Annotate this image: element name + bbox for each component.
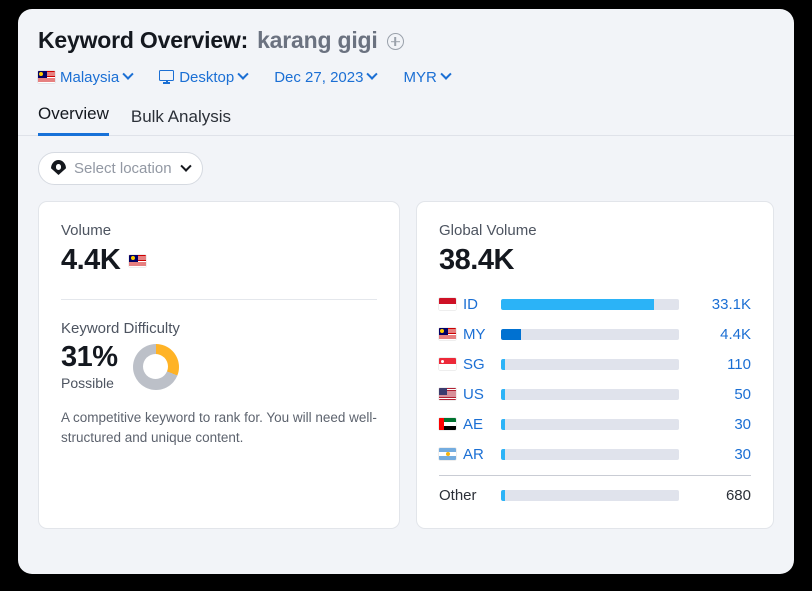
- tab-overview[interactable]: Overview: [38, 104, 109, 136]
- add-keyword-icon[interactable]: [387, 33, 404, 50]
- map-pin-icon: [51, 160, 66, 177]
- location-selector-wrap: Select location: [18, 136, 794, 185]
- page-title: Keyword Overview: karang gigi: [38, 25, 774, 55]
- flag-us-icon: [439, 388, 456, 400]
- volume-bar-fill: [501, 329, 521, 340]
- keyword-difficulty-description: A competitive keyword to rank for. You w…: [61, 408, 377, 448]
- filter-currency[interactable]: MYR: [403, 69, 449, 86]
- country-cell[interactable]: ID: [439, 296, 501, 313]
- tab-bulk-analysis[interactable]: Bulk Analysis: [131, 107, 231, 136]
- filter-date[interactable]: Dec 27, 2023: [274, 69, 376, 86]
- other-row-divider: [439, 475, 751, 476]
- volume-value-label: 30: [693, 416, 751, 433]
- metrics-cards: Volume 4.4K Keyword Difficulty 31% Possi…: [18, 185, 794, 549]
- volume-value: 4.4K: [61, 244, 120, 277]
- filter-device-label: Desktop: [179, 69, 234, 86]
- flag-my-icon: [129, 255, 146, 267]
- chevron-down-icon: [180, 160, 191, 171]
- flag-sg-icon: [439, 358, 456, 370]
- global-volume-row: SG 110: [439, 349, 751, 379]
- volume-bar-track: [501, 419, 679, 430]
- tab-bulk-analysis-label: Bulk Analysis: [131, 107, 231, 126]
- filter-currency-label: MYR: [403, 69, 436, 86]
- keyword-difficulty-label: Keyword Difficulty: [61, 320, 377, 337]
- volume-value-label: 50: [693, 386, 751, 403]
- volume-bar-track: [501, 389, 679, 400]
- global-volume-bar-chart: ID 33.1K MY 4.4K SG 110 US 50 AE 30 AR 30 Other 680: [439, 289, 751, 510]
- keyword-difficulty-status: Possible: [61, 375, 118, 391]
- global-volume-row: ID 33.1K: [439, 289, 751, 319]
- filter-device[interactable]: Desktop: [159, 69, 247, 86]
- chevron-down-icon: [238, 69, 249, 80]
- filters-row: Malaysia Desktop Dec 27, 2023 MYR: [38, 66, 774, 88]
- volume-value-label: 680: [693, 487, 751, 504]
- global-volume-row: Other 680: [439, 480, 751, 510]
- filter-date-label: Dec 27, 2023: [274, 69, 363, 86]
- country-cell[interactable]: MY: [439, 326, 501, 343]
- keyword-difficulty-donut-chart: [133, 344, 179, 390]
- monitor-icon: [159, 70, 174, 84]
- country-code-label: US: [463, 386, 484, 403]
- flag-id-icon: [439, 298, 456, 310]
- volume-bar-fill: [501, 389, 505, 400]
- chevron-down-icon: [440, 69, 451, 80]
- global-volume-value: 38.4K: [439, 244, 751, 277]
- country-cell[interactable]: AR: [439, 446, 501, 463]
- volume-bar-track: [501, 329, 679, 340]
- card-divider: [61, 299, 377, 300]
- page-title-keyword: karang gigi: [257, 27, 378, 54]
- country-cell[interactable]: AE: [439, 416, 501, 433]
- volume-bar-track: [501, 299, 679, 310]
- country-code-label: MY: [463, 326, 486, 343]
- volume-value-label: 30: [693, 446, 751, 463]
- filter-country[interactable]: Malaysia: [38, 69, 132, 86]
- volume-bar-track: [501, 449, 679, 460]
- volume-bar-track: [501, 359, 679, 370]
- country-cell[interactable]: SG: [439, 356, 501, 373]
- volume-value-row: 4.4K: [61, 244, 377, 277]
- global-volume-row: AE 30: [439, 409, 751, 439]
- select-location-label: Select location: [74, 160, 172, 177]
- global-volume-row: US 50: [439, 379, 751, 409]
- page-title-prefix: Keyword Overview:: [38, 27, 248, 54]
- country-code-label: AE: [463, 416, 483, 433]
- flag-my-icon: [38, 71, 55, 83]
- volume-bar-track: [501, 490, 679, 501]
- volume-bar-fill: [501, 490, 505, 501]
- select-location-button[interactable]: Select location: [38, 152, 203, 185]
- chevron-down-icon: [367, 69, 378, 80]
- volume-value-label: 33.1K: [693, 296, 751, 313]
- page-header: Keyword Overview: karang gigi Malaysia D…: [18, 9, 794, 88]
- volume-value-label: 110: [693, 356, 751, 373]
- country-code-label: Other: [439, 487, 477, 504]
- volume-difficulty-card: Volume 4.4K Keyword Difficulty 31% Possi…: [38, 201, 400, 529]
- volume-value-label: 4.4K: [693, 326, 751, 343]
- country-code-label: AR: [463, 446, 484, 463]
- country-cell[interactable]: US: [439, 386, 501, 403]
- volume-bar-fill: [501, 449, 505, 460]
- volume-bar-fill: [501, 419, 505, 430]
- volume-bar-fill: [501, 299, 654, 310]
- flag-my-icon: [439, 328, 456, 340]
- keyword-difficulty-row: 31% Possible: [61, 342, 377, 391]
- volume-label: Volume: [61, 222, 377, 239]
- country-code-label: ID: [463, 296, 478, 313]
- chevron-down-icon: [123, 69, 134, 80]
- filter-country-label: Malaysia: [60, 69, 119, 86]
- country-code-label: SG: [463, 356, 485, 373]
- global-volume-row: MY 4.4K: [439, 319, 751, 349]
- keyword-overview-panel: Keyword Overview: karang gigi Malaysia D…: [18, 9, 794, 574]
- keyword-difficulty-percent: 31%: [61, 342, 118, 373]
- flag-ar-icon: [439, 448, 456, 460]
- global-volume-label: Global Volume: [439, 222, 751, 239]
- tab-bar: Overview Bulk Analysis: [18, 103, 794, 136]
- global-volume-card: Global Volume 38.4K ID 33.1K MY 4.4K SG 110 US…: [416, 201, 774, 529]
- tab-overview-label: Overview: [38, 104, 109, 123]
- keyword-difficulty-text: 31% Possible: [61, 342, 118, 391]
- global-volume-row: AR 30: [439, 439, 751, 469]
- country-cell: Other: [439, 487, 501, 504]
- flag-ae-icon: [439, 418, 456, 430]
- volume-bar-fill: [501, 359, 505, 370]
